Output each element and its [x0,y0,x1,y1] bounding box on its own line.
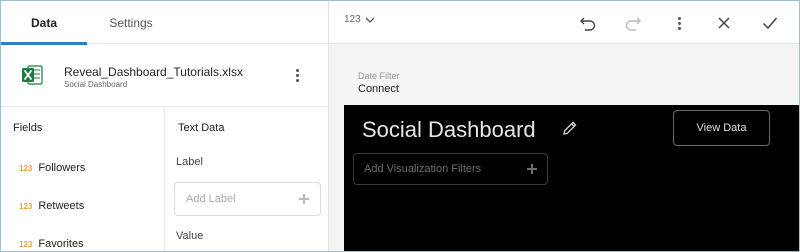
date-filter-value[interactable]: Connect [358,83,399,95]
view-data-button[interactable]: View Data [673,110,770,146]
tab-settings[interactable]: Settings [87,1,175,44]
toolbar: 123 [329,1,799,44]
close-icon[interactable] [711,10,737,36]
field-item-followers[interactable]: 123 Followers [19,158,85,178]
app-window: Data Settings Reveal_Dashboard_Tutorials… [0,0,800,252]
number-type-icon: 123 [19,163,33,173]
file-subtitle: Social Dashboard [64,80,128,89]
plus-icon[interactable] [299,194,309,204]
plus-icon[interactable] [527,164,537,174]
visualization-type-selector[interactable]: 123 [344,14,375,25]
chevron-down-icon [365,17,375,23]
date-filter-label: Date Filter [358,71,400,81]
redo-icon[interactable] [620,10,646,36]
field-item-favorites[interactable]: 123 Favorites [19,234,84,251]
tab-bar: Data Settings [1,1,328,45]
field-item-retweets[interactable]: 123 Retweets [19,196,84,216]
undo-icon[interactable] [575,10,601,36]
field-label: Favorites [38,238,84,250]
add-label-dropzone[interactable]: Add Label [174,182,321,216]
fields-heading: Fields [13,122,43,134]
label-heading: Label [176,156,203,168]
viz-filter-placeholder: Add Visualization Filters [364,163,482,175]
text-data-heading: Text Data [178,122,225,134]
file-more-icon[interactable] [287,63,307,87]
excel-icon [22,65,43,85]
tab-data[interactable]: Data [1,1,87,45]
add-visualization-filters[interactable]: Add Visualization Filters [353,153,548,185]
data-editor-panel: Data Settings Reveal_Dashboard_Tutorials… [1,1,329,251]
more-icon[interactable] [666,10,692,36]
dashboard-canvas: Social Dashboard View Data Add Visualiza… [344,105,799,251]
number-type-icon: 123 [19,239,33,249]
dashboard-preview-area: 123 Date Filter Connect Social Dashboard… [329,1,799,251]
add-label-placeholder: Add Label [186,193,236,205]
field-label: Followers [38,162,86,174]
text-data-section: Text Data Label Add Label Value [166,108,328,251]
zoom-label: 123 [344,14,361,25]
field-label: Retweets [38,200,85,212]
pencil-icon[interactable] [561,119,579,137]
fields-list: Fields 123 Followers 123 Retweets 123 Fa… [1,108,165,251]
value-heading: Value [176,230,204,242]
data-source-file[interactable]: Reveal_Dashboard_Tutorials.xlsx Social D… [1,45,328,107]
file-name: Reveal_Dashboard_Tutorials.xlsx [64,65,243,79]
dashboard-title[interactable]: Social Dashboard [362,117,536,143]
check-icon[interactable] [757,10,783,36]
number-type-icon: 123 [19,201,33,211]
